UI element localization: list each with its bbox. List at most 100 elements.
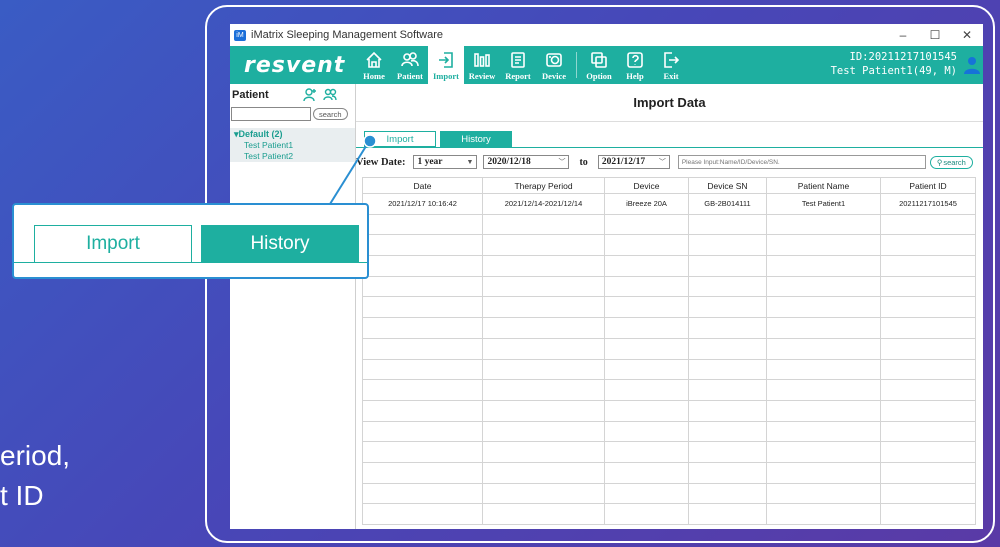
empty-cell (688, 441, 767, 463)
column-header[interactable]: Patient ID (880, 177, 976, 194)
empty-cell (880, 234, 976, 257)
patient-search-input[interactable] (231, 107, 311, 121)
home-button[interactable]: Home (356, 46, 392, 84)
close-button[interactable]: ✕ (951, 28, 983, 42)
empty-cell (482, 358, 605, 381)
history-table: Date Therapy Period Device Device SN Pat… (362, 177, 976, 525)
empty-cell (766, 255, 881, 277)
empty-cell (604, 337, 689, 360)
column-header[interactable]: Device (604, 177, 689, 194)
history-search-input[interactable] (677, 155, 926, 169)
empty-cell (766, 379, 881, 401)
empty-cell (362, 337, 483, 360)
column-header[interactable]: Date (362, 177, 483, 194)
empty-cell (688, 255, 767, 277)
empty-cell (880, 213, 976, 236)
range-select[interactable]: 1 year ▼ (413, 155, 478, 169)
title-bar: iM iMatrix Sleeping Management Software … (230, 24, 983, 46)
import-button[interactable]: Import (428, 46, 464, 84)
column-header[interactable]: Therapy Period (482, 177, 605, 194)
sidebar-title: Patient (232, 89, 269, 101)
from-date-picker[interactable]: 2020/12/18 ﹀ (483, 155, 570, 169)
patient-button[interactable]: Patient (392, 46, 428, 84)
toolbar-divider (576, 52, 577, 78)
empty-cell (362, 358, 483, 381)
empty-cell (604, 213, 689, 236)
minimize-button[interactable]: – (887, 28, 919, 42)
empty-cell (482, 379, 605, 401)
table-row-empty (362, 234, 976, 257)
empty-cell (688, 275, 767, 298)
to-date-picker[interactable]: 2021/12/17 ﹀ (597, 155, 670, 169)
empty-cell (880, 317, 976, 339)
empty-cell (362, 317, 483, 339)
table-row-empty (362, 420, 976, 443)
user-name: Test Patient1(49, M) (830, 65, 957, 77)
patient-group-icon[interactable] (323, 88, 337, 102)
table-row-empty (362, 213, 976, 236)
report-button[interactable]: Report (500, 46, 536, 84)
column-header[interactable]: Patient Name (766, 177, 881, 194)
cell-date: 2021/12/17 10:16:42 (362, 193, 483, 215)
help-button[interactable]: Help (617, 46, 653, 84)
empty-cell (880, 482, 976, 505)
chevron-down-icon: ﹀ (658, 158, 666, 166)
empty-cell (604, 234, 689, 257)
tree-item-patient[interactable]: Test Patient1 (230, 140, 355, 151)
empty-cell (362, 399, 483, 422)
empty-cell (362, 461, 483, 484)
empty-cell (362, 420, 483, 443)
empty-cell (688, 503, 767, 525)
patient-tree: ▾Default (2) Test Patient1 Test Patient2 (230, 128, 355, 162)
empty-cell (482, 234, 605, 257)
empty-cell (604, 441, 689, 463)
empty-cell (482, 213, 605, 236)
empty-cell (766, 275, 881, 298)
filter-bar: View Date: 1 year ▼ 2020/12/18 ﹀ to 2021/1… (356, 152, 983, 172)
empty-cell (880, 275, 976, 298)
table-row[interactable]: 2021/12/17 10:16:42 2021/12/14-2021/12/1… (362, 193, 976, 215)
add-patient-icon[interactable] (303, 88, 317, 102)
table-row-empty (362, 275, 976, 298)
option-button[interactable]: Option (581, 46, 617, 84)
empty-cell (362, 234, 483, 257)
device-button[interactable]: Device (536, 46, 572, 84)
empty-cell (604, 399, 689, 422)
import-data-panel: Import Data Import History View Date: 1 … (356, 84, 983, 529)
callout-tab-underline (14, 262, 367, 263)
empty-cell (688, 296, 767, 319)
empty-cell (604, 379, 689, 401)
column-header[interactable]: Device SN (688, 177, 767, 194)
tree-item-patient[interactable]: Test Patient2 (230, 151, 355, 162)
empty-cell (482, 255, 605, 277)
user-avatar[interactable] (961, 46, 983, 84)
empty-cell (766, 337, 881, 360)
table-row-empty (362, 379, 976, 401)
tree-group-default[interactable]: ▾Default (2) (230, 128, 355, 140)
empty-cell (880, 441, 976, 463)
empty-cell (604, 503, 689, 525)
empty-cell (880, 337, 976, 360)
import-icon (439, 51, 453, 68)
app-icon: iM (234, 29, 246, 41)
current-user-info: ID:20211217101545 Test Patient1(49, M) (831, 46, 961, 84)
empty-cell (482, 399, 605, 422)
tab-history[interactable]: History (440, 131, 512, 147)
table-row-empty (362, 482, 976, 505)
empty-cell (880, 379, 976, 401)
history-search-button[interactable]: ⚲ search (929, 155, 973, 169)
empty-cell (880, 399, 976, 422)
patient-search-button[interactable]: search (313, 108, 348, 120)
exit-button[interactable]: Exit (653, 46, 689, 84)
empty-cell (482, 317, 605, 339)
empty-cell (362, 441, 483, 463)
empty-cell (766, 503, 881, 525)
zoom-callout: Import History (12, 203, 369, 279)
user-icon (964, 57, 980, 74)
empty-cell (362, 379, 483, 401)
tab-import[interactable]: Import (364, 131, 436, 147)
report-icon (511, 51, 525, 68)
empty-cell (688, 482, 767, 505)
maximize-button[interactable]: ☐ (919, 28, 951, 42)
review-button[interactable]: Review (464, 46, 500, 84)
